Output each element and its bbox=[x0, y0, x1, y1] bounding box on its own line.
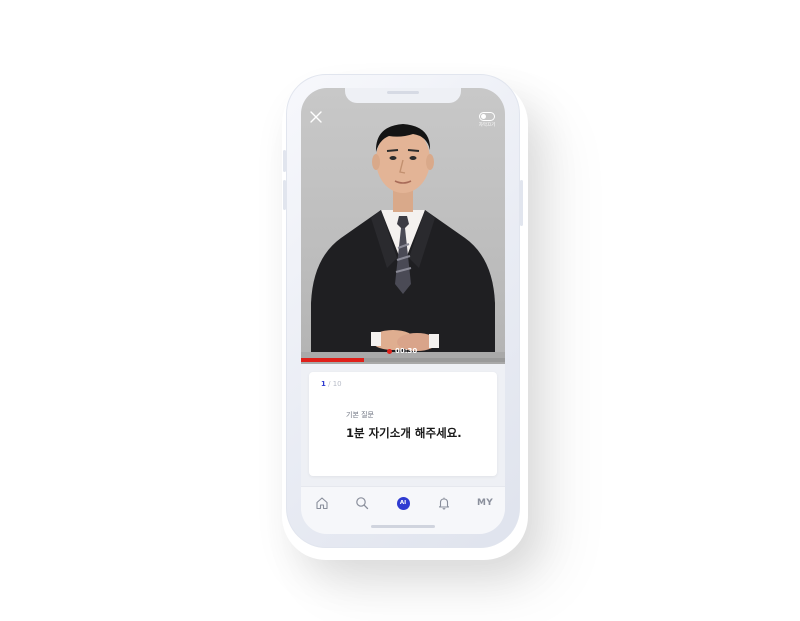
speaker bbox=[387, 91, 419, 94]
question-category: 기본 질문 bbox=[346, 411, 374, 419]
phone-side-button bbox=[283, 180, 286, 210]
video-progress-bar[interactable] bbox=[301, 358, 505, 362]
interview-video[interactable]: 자막끄기 00:30 bbox=[301, 88, 505, 364]
nav-my-label: MY bbox=[476, 498, 494, 508]
subtitle-toggle[interactable]: 자막끄기 bbox=[475, 112, 499, 128]
toggle-knob bbox=[481, 114, 486, 119]
recording-timer: 00:30 bbox=[387, 347, 417, 355]
recording-dot-icon bbox=[387, 348, 392, 354]
nav-notifications[interactable] bbox=[436, 495, 452, 511]
phone-side-button bbox=[520, 180, 523, 226]
bell-icon bbox=[438, 497, 450, 510]
home-indicator bbox=[371, 525, 435, 528]
timer-text: 00:30 bbox=[395, 347, 418, 355]
toggle-switch-icon[interactable] bbox=[479, 112, 495, 121]
video-progress-fill bbox=[301, 358, 365, 362]
phone-screen: 자막끄기 00:30 1 / 10 기본 질문 1분 자기소개 해주세요. AI… bbox=[301, 88, 505, 534]
question-text: 1분 자기소개 해주세요. bbox=[346, 426, 462, 440]
phone-side-button bbox=[283, 150, 286, 172]
ai-label: AI bbox=[399, 500, 407, 506]
nav-my[interactable]: MY bbox=[475, 495, 495, 511]
question-total: 10 bbox=[332, 380, 342, 388]
subtitle-toggle-label: 자막끄기 bbox=[478, 123, 496, 128]
interviewer-avatar bbox=[301, 124, 505, 364]
home-icon bbox=[316, 497, 328, 510]
question-separator: / bbox=[325, 380, 333, 388]
ai-badge-icon: AI bbox=[396, 496, 410, 510]
nav-home[interactable] bbox=[314, 495, 330, 511]
question-card: 1 / 10 기본 질문 1분 자기소개 해주세요. bbox=[309, 372, 497, 476]
search-icon bbox=[356, 497, 369, 510]
nav-search[interactable] bbox=[354, 495, 370, 511]
question-counter: 1 / 10 bbox=[321, 380, 342, 388]
notch bbox=[345, 88, 461, 103]
close-icon[interactable] bbox=[309, 110, 323, 124]
question-area: 1 / 10 기본 질문 1분 자기소개 해주세요. bbox=[301, 364, 505, 490]
nav-ai[interactable]: AI bbox=[395, 495, 411, 511]
